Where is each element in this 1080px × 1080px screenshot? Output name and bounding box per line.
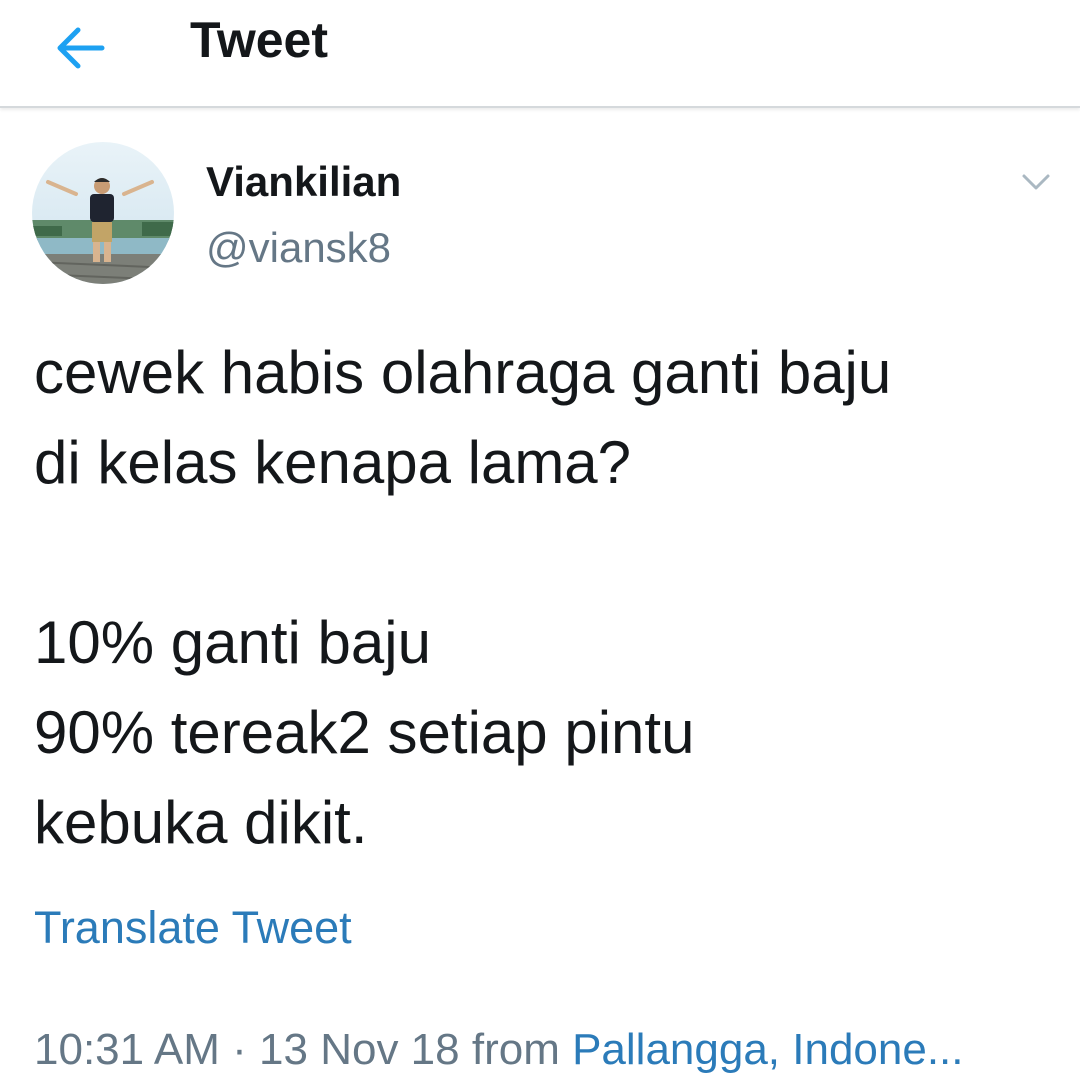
- location-link[interactable]: Pallangga, Indone...: [572, 1025, 963, 1074]
- user-handle[interactable]: @viansk8: [206, 222, 391, 274]
- tweet-text: cewek habis olahraga ganti baju di kelas…: [34, 328, 1054, 868]
- back-button[interactable]: [40, 18, 120, 78]
- tweet-line: kebuka dikit.: [34, 789, 368, 856]
- from-label: from: [471, 1025, 560, 1074]
- tweet-meta: 10:31 AM · 13 Nov 18 from Pallangga, Ind…: [34, 1022, 1074, 1078]
- chevron-down-icon: [1022, 174, 1050, 190]
- meta-separator: ·: [232, 1025, 247, 1074]
- tweet-time: 10:31 AM: [34, 1025, 220, 1074]
- tweet-date: 13 Nov 18: [259, 1025, 460, 1074]
- translate-tweet-link[interactable]: Translate Tweet: [34, 900, 352, 956]
- tweet-line: cewek habis olahraga ganti baju: [34, 339, 892, 406]
- tweet-line: di kelas kenapa lama?: [34, 429, 632, 496]
- tweet-line: 90% tereak2 setiap pintu: [34, 699, 695, 766]
- avatar-image: [32, 142, 174, 284]
- avatar[interactable]: [32, 142, 174, 284]
- display-name[interactable]: Viankilian: [206, 156, 401, 208]
- page-title: Tweet: [190, 12, 328, 68]
- top-bar: Tweet: [0, 0, 1080, 108]
- tweet-line: 10% ganti baju: [34, 609, 431, 676]
- tweet-menu-button[interactable]: [1014, 164, 1058, 200]
- arrow-left-icon: [57, 27, 105, 69]
